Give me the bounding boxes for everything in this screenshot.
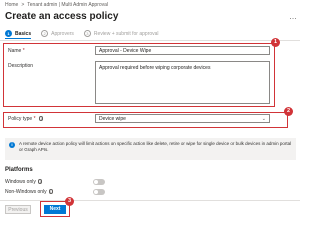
non-windows-only-label: Non-Windows only	[5, 189, 47, 195]
name-label: Name *	[8, 48, 25, 54]
windows-only-toggle[interactable]	[93, 179, 105, 185]
name-input[interactable]: Approval - Device Wipe	[95, 46, 270, 55]
policy-type-label: Policy type * i	[8, 116, 44, 122]
callout-badge-3: 3	[65, 197, 74, 206]
policy-type-value: Device wipe	[99, 115, 126, 122]
windows-only-row: Windows only i	[5, 179, 43, 185]
policy-type-label-text: Policy type	[8, 116, 33, 122]
required-mark: *	[22, 48, 25, 54]
description-textarea[interactable]: Approval required before wiping corporat…	[95, 61, 270, 104]
toggle-knob	[94, 190, 98, 194]
callout-badge-1: 1	[271, 38, 280, 47]
toggle-knob	[94, 180, 98, 184]
active-tab-indicator	[5, 38, 31, 39]
chevron-down-icon: ⌄	[261, 115, 266, 122]
info-banner: i A remote device action policy will lim…	[5, 138, 296, 160]
help-icon[interactable]: i	[37, 179, 43, 184]
tab-approvers[interactable]: 2 Approvers	[41, 30, 74, 37]
previous-button[interactable]: Previous	[5, 205, 31, 214]
windows-only-label: Windows only	[5, 179, 36, 185]
step-number: 1	[5, 30, 12, 37]
breadcrumb-multi-admin-approval[interactable]: Tenant admin | Multi Admin Approval	[27, 2, 108, 8]
non-windows-only-row: Non-Windows only i	[5, 189, 54, 195]
breadcrumb: Home > Tenant admin | Multi Admin Approval	[5, 2, 108, 8]
step-number: 3	[83, 30, 91, 37]
tab-label: Approvers	[51, 30, 74, 37]
policy-type-select[interactable]: Device wipe ⌄	[95, 114, 270, 123]
help-icon[interactable]: i	[48, 189, 54, 194]
required-mark: *	[33, 116, 36, 122]
info-icon: i	[9, 142, 15, 148]
info-icon[interactable]: i	[38, 116, 44, 121]
tab-basics[interactable]: 1 Basics	[5, 30, 31, 37]
tab-review-submit[interactable]: 3 Review + submit for approval	[83, 30, 159, 37]
name-label-text: Name	[8, 48, 22, 54]
tab-label: Review + submit for approval	[93, 30, 159, 37]
breadcrumb-home[interactable]: Home	[5, 2, 18, 8]
next-button[interactable]: Next	[44, 205, 66, 214]
platforms-heading: Platforms	[5, 167, 33, 173]
non-windows-only-toggle[interactable]	[93, 189, 105, 195]
info-banner-text: A remote device action policy will limit…	[19, 141, 292, 152]
step-number: 2	[41, 30, 49, 37]
wizard-tabs: 1 Basics 2 Approvers 3 Review + submit f…	[5, 30, 169, 37]
ellipsis-icon[interactable]: …	[289, 12, 297, 21]
breadcrumb-separator: >	[21, 2, 25, 8]
page-title: Create an access policy	[5, 11, 119, 22]
description-label: Description	[8, 63, 34, 69]
tabs-divider	[0, 40, 300, 41]
tab-label: Basics	[15, 30, 32, 37]
callout-badge-2: 2	[284, 107, 293, 116]
